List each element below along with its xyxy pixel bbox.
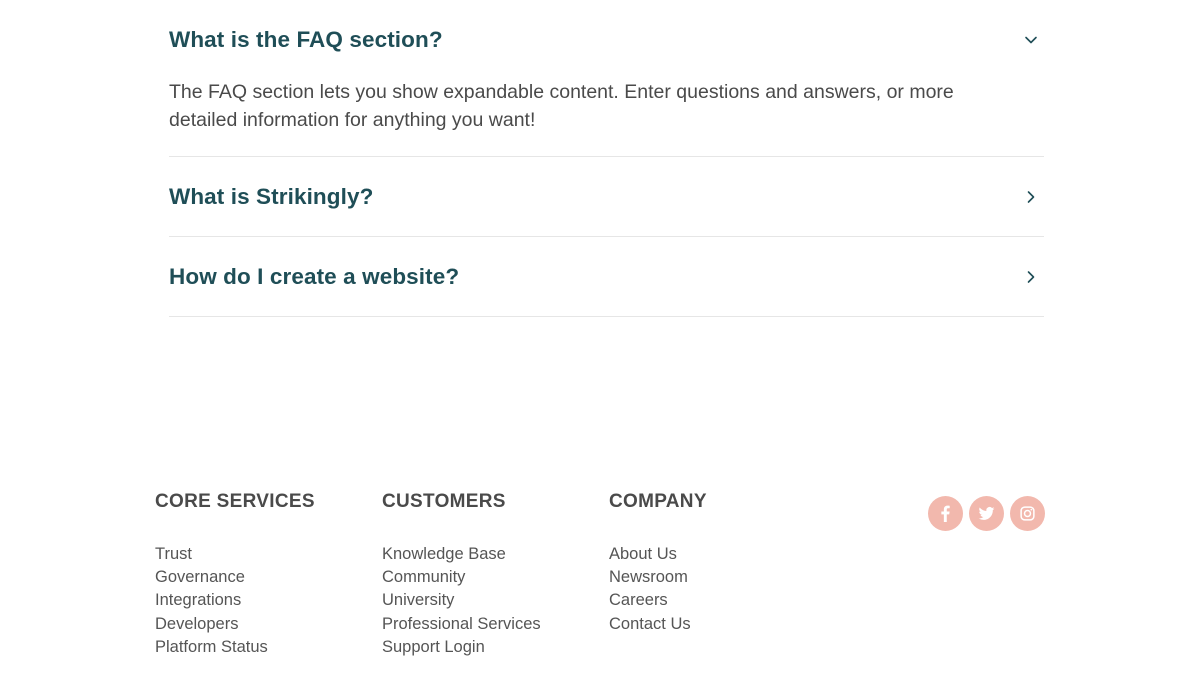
twitter-icon[interactable] [969,496,1004,531]
footer-link[interactable]: Contact Us [609,613,707,636]
chevron-right-icon[interactable] [1022,188,1040,206]
chevron-down-icon[interactable] [1022,31,1040,49]
faq-question: How do I create a website? [169,263,460,289]
faq-question: What is the FAQ section? [169,27,443,52]
footer-link[interactable]: University [382,589,541,612]
faq-question-toggle[interactable]: How do I create a website? [169,237,1044,316]
faq-section: What is the FAQ section? The FAQ section… [169,0,1044,317]
site-footer: CORE SERVICES Trust Governance Integrati… [155,488,1045,688]
faq-question: What is Strikingly? [169,183,374,209]
footer-column-core-services: CORE SERVICES Trust Governance Integrati… [155,488,315,659]
instagram-icon[interactable] [1010,496,1045,531]
faq-question-toggle[interactable]: What is the FAQ section? [169,0,1044,78]
footer-column-company: COMPANY About Us Newsroom Careers Contac… [609,488,707,636]
footer-link[interactable]: Support Login [382,636,541,659]
footer-column-heading: COMPANY [609,491,707,512]
facebook-icon[interactable] [928,496,963,531]
footer-link[interactable]: Trust [155,543,315,566]
footer-link[interactable]: Integrations [155,589,315,612]
faq-item: How do I create a website? [169,237,1044,317]
footer-link[interactable]: Newsroom [609,566,707,589]
social-links [928,496,1045,531]
footer-link[interactable]: Community [382,566,541,589]
footer-link[interactable]: Professional Services [382,613,541,636]
footer-column-heading: CUSTOMERS [382,491,506,512]
footer-link[interactable]: Platform Status [155,636,315,659]
faq-question-toggle[interactable]: What is Strikingly? [169,157,1044,236]
faq-item: What is Strikingly? [169,157,1044,237]
footer-link[interactable]: Developers [155,613,315,636]
faq-answer: The FAQ section lets you show expandable… [169,81,954,131]
footer-link[interactable]: Careers [609,589,707,612]
chevron-right-icon[interactable] [1022,268,1040,286]
footer-link[interactable]: About Us [609,543,707,566]
footer-column-heading: CORE SERVICES [155,491,315,512]
footer-link[interactable]: Governance [155,566,315,589]
footer-column-customers: CUSTOMERS Knowledge Base Community Unive… [382,488,541,659]
footer-link[interactable]: Knowledge Base [382,543,541,566]
faq-item: What is the FAQ section? The FAQ section… [169,0,1044,157]
